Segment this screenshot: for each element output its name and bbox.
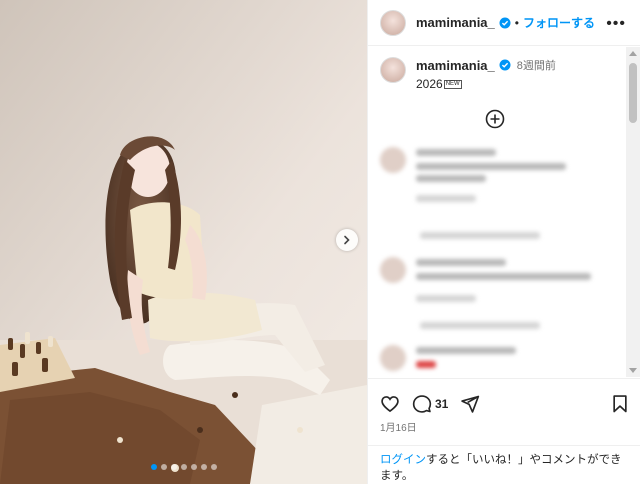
next-slide-button[interactable] xyxy=(336,229,358,251)
username-link[interactable]: mamimania_ xyxy=(416,15,495,30)
caption-text: 2026 NEW xyxy=(416,77,556,91)
caption-header: mamimania_ 8週間前 xyxy=(416,57,556,73)
blurred-replies xyxy=(380,320,600,332)
post-caption: mamimania_ 8週間前 2026 NEW xyxy=(368,47,640,91)
share-button[interactable] xyxy=(460,394,480,414)
carousel-dot xyxy=(180,464,187,470)
comment-count: 31 xyxy=(435,397,449,411)
scroll-thumb[interactable] xyxy=(629,63,637,123)
caption-text-value: 2026 xyxy=(416,77,443,91)
carousel-dot xyxy=(200,464,207,470)
post-photo xyxy=(0,0,367,484)
comment-bubble-icon xyxy=(412,395,432,413)
caption-meta: mamimania_ 8週間前 2026 NEW xyxy=(416,57,556,92)
scroll-down-arrow[interactable] xyxy=(629,368,637,373)
carousel-dot xyxy=(160,464,167,470)
chevron-right-icon xyxy=(344,235,350,245)
verified-badge-icon xyxy=(499,17,511,29)
bookmark-icon xyxy=(613,395,627,413)
new-badge: NEW xyxy=(443,80,462,90)
carousel-dots xyxy=(0,464,367,470)
login-link[interactable]: ログイン xyxy=(380,454,426,466)
save-button[interactable] xyxy=(611,394,629,414)
add-circle-icon[interactable] xyxy=(485,109,505,129)
carousel-dot xyxy=(210,464,217,470)
comment-button[interactable]: 31 xyxy=(412,394,448,414)
blurred-replies xyxy=(380,230,600,242)
photo-image xyxy=(0,0,367,484)
separator-dot: • xyxy=(514,15,519,30)
scroll-up-arrow[interactable] xyxy=(629,51,637,56)
comments-scrollbar[interactable] xyxy=(626,47,640,377)
login-prompt: ログインすると「いいね！」やコメントができます。 xyxy=(368,445,640,484)
verified-badge-icon xyxy=(499,59,511,71)
blurred-comment xyxy=(380,147,600,217)
post-header: mamimania_ • フォローする ••• xyxy=(368,0,640,46)
comments-area: mamimania_ 8週間前 2026 NEW xyxy=(368,47,640,377)
carousel-dot xyxy=(190,464,197,470)
more-options-icon[interactable]: ••• xyxy=(606,15,626,33)
action-icons: 31 xyxy=(368,379,640,419)
post-actions: 31 1月16日 xyxy=(368,378,640,434)
caption-avatar[interactable] xyxy=(380,57,406,83)
heart-icon xyxy=(381,396,399,413)
follow-button[interactable]: フォローする xyxy=(523,14,595,31)
carousel-dot xyxy=(170,464,177,470)
caption-username[interactable]: mamimania_ xyxy=(416,58,495,73)
caption-time: 8週間前 xyxy=(516,60,556,72)
blurred-comment xyxy=(380,345,600,377)
paper-plane-icon xyxy=(461,395,480,413)
post-date: 1月16日 xyxy=(380,423,417,434)
blurred-comment xyxy=(380,257,610,317)
post-side-panel: mamimania_ • フォローする ••• mamimania_ 8週間前 … xyxy=(367,0,640,484)
avatar[interactable] xyxy=(380,9,406,36)
carousel-dot xyxy=(150,464,157,470)
like-button[interactable] xyxy=(380,394,400,414)
